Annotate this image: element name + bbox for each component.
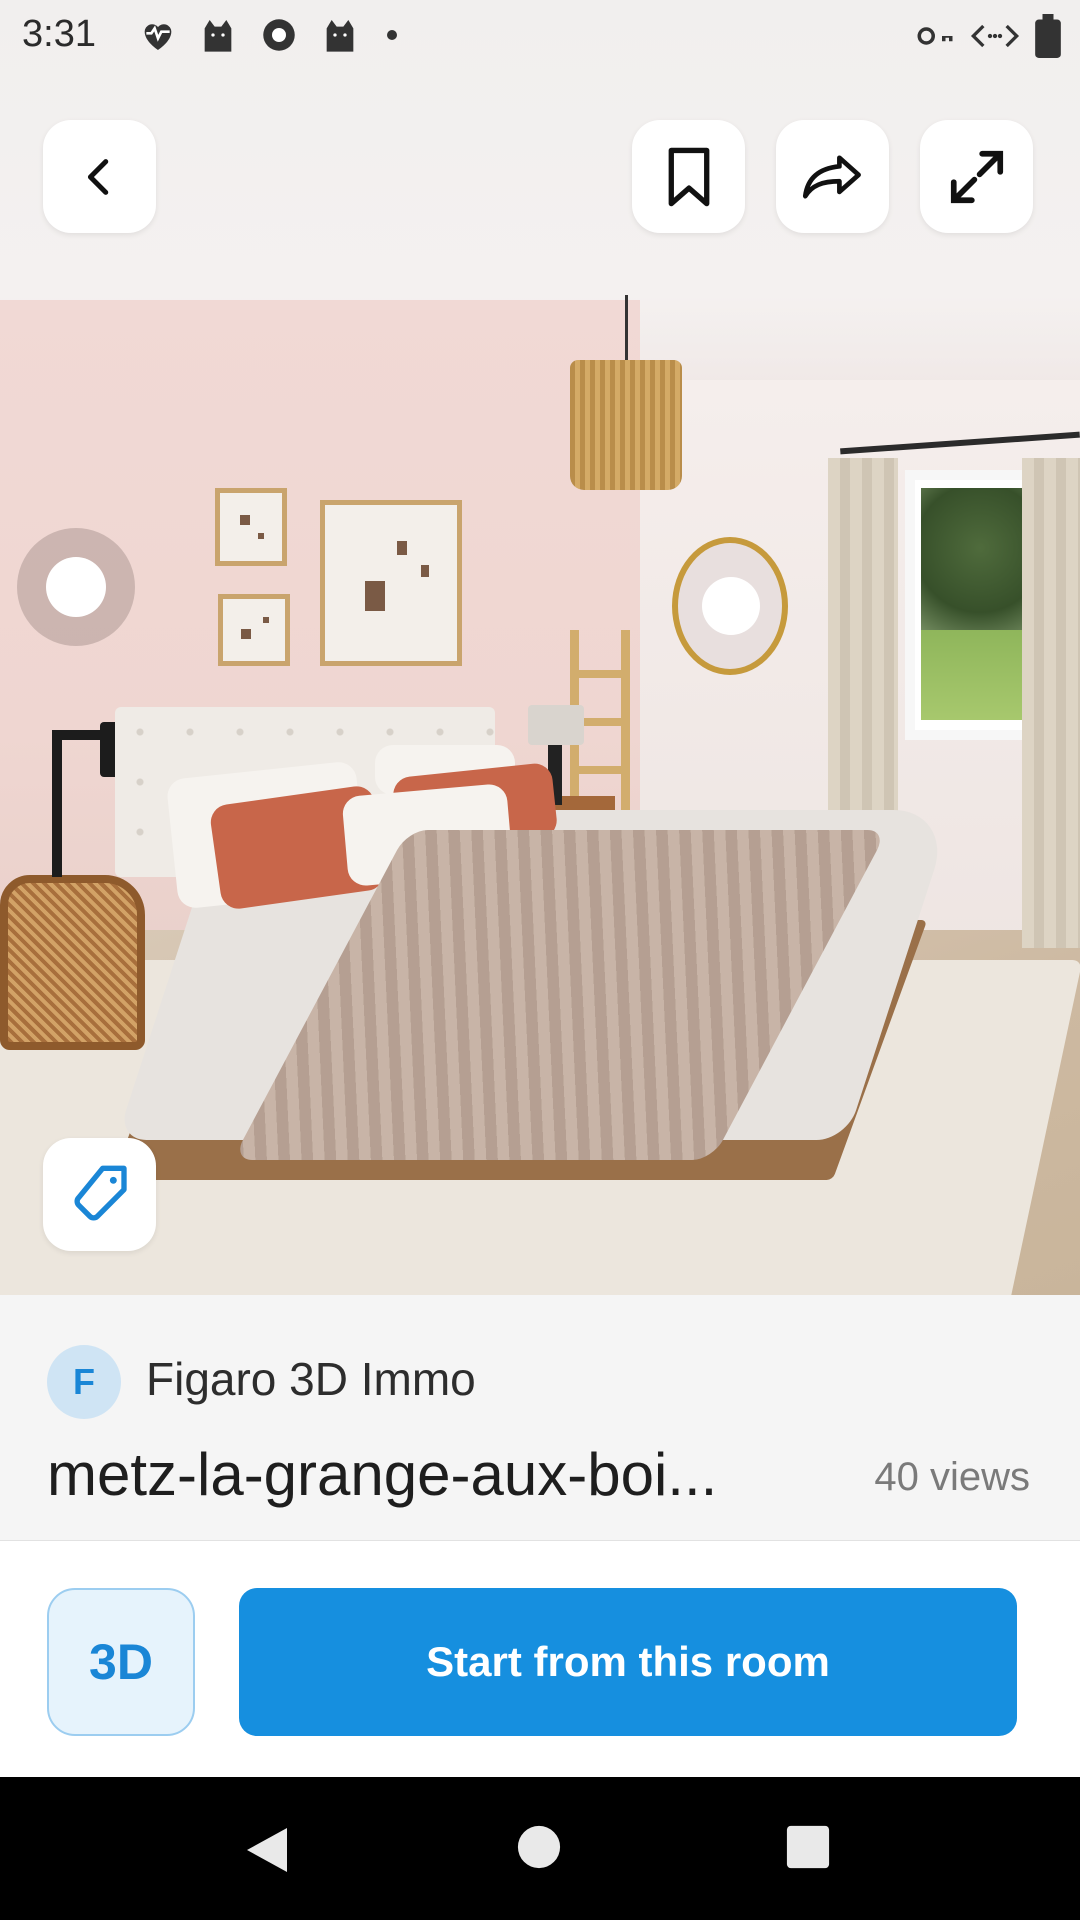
- pendant-lamp: [570, 360, 682, 490]
- room-title: metz-la-grange-aux-boi...: [47, 1441, 718, 1508]
- wall-art-small-top: [215, 488, 287, 566]
- curtain-right: [1022, 458, 1080, 948]
- floor-lamp-stand: [52, 737, 62, 877]
- start-from-room-button[interactable]: Start from this room: [239, 1588, 1017, 1736]
- cat-icon: [326, 20, 354, 52]
- tag-button[interactable]: [43, 1138, 156, 1251]
- status-time: 3:31: [22, 13, 96, 55]
- share-button[interactable]: [776, 120, 889, 233]
- nav-home-icon[interactable]: [516, 1824, 562, 1870]
- fullscreen-button[interactable]: [920, 120, 1033, 233]
- key-icon: [917, 27, 953, 45]
- 3d-view-button[interactable]: 3D: [47, 1588, 195, 1736]
- bookmark-button[interactable]: [632, 120, 745, 233]
- table-lamp-shade: [528, 705, 584, 745]
- gear-badge-icon: [263, 19, 295, 51]
- heart-monitor-icon: [144, 24, 172, 50]
- bookmark-icon: [668, 147, 709, 206]
- data-saver-icon: [970, 24, 1020, 48]
- wall-art-small-bottom: [218, 594, 290, 666]
- battery-icon: [1035, 14, 1061, 58]
- dot-icon: [387, 30, 397, 40]
- expand-icon: [950, 150, 1003, 203]
- author-name[interactable]: Figaro 3D Immo: [146, 1352, 476, 1406]
- nav-recents-icon[interactable]: [785, 1824, 831, 1870]
- action-bar: 3D Start from this room: [0, 1541, 1080, 1777]
- cat-icon: [204, 20, 232, 52]
- navigation-hotspot[interactable]: [702, 577, 760, 635]
- rattan-nightstand: [0, 875, 145, 1050]
- back-button[interactable]: [43, 120, 156, 233]
- nav-back-icon[interactable]: [243, 1824, 291, 1876]
- status-bar: 3:31: [0, 0, 1080, 72]
- wall-art-large: [320, 500, 462, 666]
- views-count: 40 views: [874, 1455, 1030, 1499]
- back-icon: [87, 158, 108, 195]
- room-info: F Figaro 3D Immo metz-la-grange-aux-boi.…: [0, 1295, 1080, 1542]
- share-icon: [802, 154, 861, 199]
- navigation-hotspot[interactable]: [17, 528, 135, 646]
- system-nav-bar: [0, 1777, 1080, 1920]
- room-photo[interactable]: [0, 0, 1080, 1295]
- pendant-cord: [625, 295, 628, 365]
- avatar[interactable]: F: [47, 1345, 121, 1419]
- tag-icon: [74, 1165, 127, 1220]
